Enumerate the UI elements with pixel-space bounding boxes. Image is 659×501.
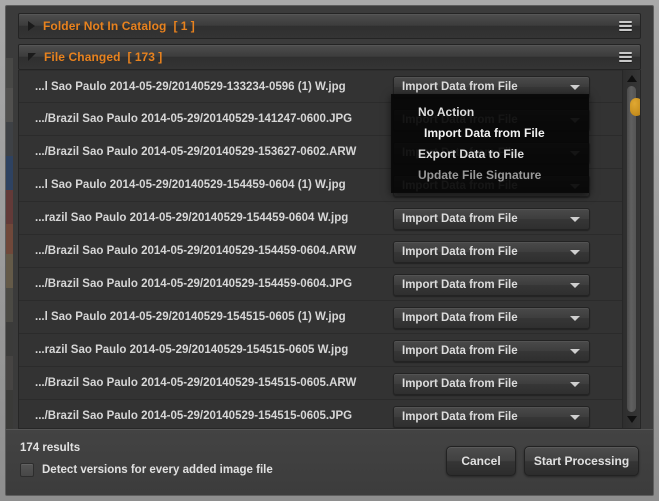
- action-dropdown-6[interactable]: Import Data from File: [393, 274, 590, 296]
- chevron-down-icon[interactable]: [570, 250, 580, 255]
- detect-versions-checkbox[interactable]: [20, 463, 34, 477]
- action-dropdown-label: Import Data from File: [402, 246, 518, 258]
- action-dropdown-label: Import Data from File: [402, 312, 518, 324]
- action-dropdown-label: Import Data from File: [402, 279, 518, 291]
- chevron-down-icon[interactable]: [570, 349, 580, 354]
- action-dropdown-7[interactable]: Import Data from File: [393, 307, 590, 329]
- start-processing-button[interactable]: Start Processing: [524, 446, 639, 476]
- window-frame: Folder Not In Catalog [ 1 ] File Changed…: [0, 0, 659, 501]
- action-dropdown-label: Import Data from File: [402, 81, 518, 93]
- hamburger-icon[interactable]: [619, 21, 632, 31]
- section-header-file-changed[interactable]: File Changed [ 173 ]: [18, 44, 641, 70]
- action-dropdown-label: Import Data from File: [402, 345, 518, 357]
- action-dropdown-menu[interactable]: No Action Import Data from File Export Dat…: [391, 94, 589, 193]
- menu-item-1[interactable]: Import Data from File: [392, 122, 588, 143]
- section-title-folder-not-in-catalog: Folder Not In Catalog: [43, 19, 167, 33]
- list-scrollbar[interactable]: [622, 70, 640, 428]
- results-count: 174 results: [20, 442, 81, 454]
- section-count-file-changed: [ 173 ]: [127, 50, 163, 64]
- action-dropdown-label: Import Data from File: [402, 213, 518, 225]
- action-dropdown-4[interactable]: Import Data from File: [393, 208, 590, 230]
- chevron-down-icon[interactable]: [570, 316, 580, 321]
- hamburger-icon[interactable]: [619, 52, 632, 62]
- dialog-footer: 174 results Detect versions for every ad…: [6, 429, 653, 495]
- chevron-down-icon[interactable]: [570, 85, 580, 90]
- section-title-file-changed: File Changed: [44, 50, 121, 64]
- action-dropdown-8[interactable]: Import Data from File: [393, 340, 590, 362]
- action-dropdown-label: Import Data from File: [402, 411, 518, 423]
- chevron-down-icon[interactable]: [570, 382, 580, 387]
- section-header-folder-not-in-catalog[interactable]: Folder Not In Catalog [ 1 ]: [18, 13, 641, 39]
- triangle-up-icon[interactable]: [626, 75, 637, 82]
- chevron-down-icon[interactable]: [570, 415, 580, 420]
- section-count-folder-not-in-catalog: [ 1 ]: [173, 19, 195, 33]
- triangle-right-icon[interactable]: [28, 21, 35, 31]
- cancel-button[interactable]: Cancel: [446, 446, 516, 476]
- triangle-down-icon[interactable]: [626, 416, 637, 423]
- action-dropdown-10[interactable]: Import Data from File: [393, 406, 590, 428]
- menu-item-3[interactable]: Update File Signature: [392, 164, 588, 185]
- background-thumbnail-strip: [6, 58, 13, 435]
- dialog-body: Folder Not In Catalog [ 1 ] File Changed…: [5, 5, 654, 496]
- action-dropdown-9[interactable]: Import Data from File: [393, 373, 590, 395]
- scrollbar-thumb[interactable]: [630, 98, 640, 117]
- menu-item-0[interactable]: No Action: [392, 101, 588, 122]
- triangle-down-icon[interactable]: [28, 53, 36, 61]
- chevron-down-icon[interactable]: [570, 217, 580, 222]
- action-dropdown-label: Import Data from File: [402, 378, 518, 390]
- detect-versions-row[interactable]: Detect versions for every added image fi…: [20, 463, 273, 477]
- menu-item-2[interactable]: Export Data to File: [392, 143, 588, 164]
- scrollbar-track[interactable]: [627, 86, 640, 412]
- action-dropdown-5[interactable]: Import Data from File: [393, 241, 590, 263]
- detect-versions-label: Detect versions for every added image fi…: [42, 464, 273, 476]
- chevron-down-icon[interactable]: [570, 283, 580, 288]
